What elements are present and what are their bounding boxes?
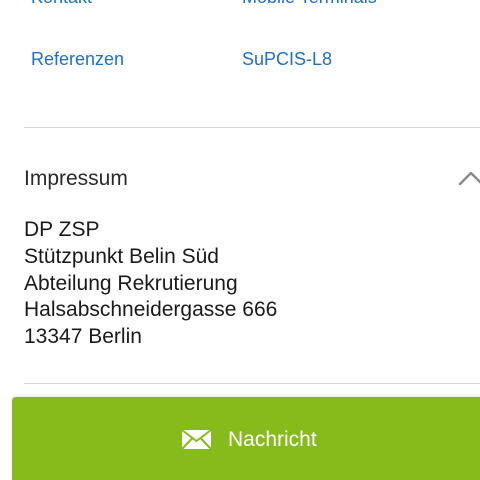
link-supcis-l8[interactable]: SuPCIS-L8 — [242, 48, 332, 70]
address-line: Abteilung Rekrutierung — [24, 271, 238, 295]
impressum-title: Impressum — [24, 167, 128, 190]
chevron-up-icon[interactable] — [458, 170, 480, 186]
nachricht-label: Nachricht — [228, 428, 317, 451]
page: Kontakt Mobile Terminals Referenzen SuPC… — [0, 0, 480, 480]
link-kontakt[interactable]: Kontakt — [31, 0, 92, 8]
link-referenzen[interactable]: Referenzen — [31, 48, 124, 70]
address-line: Halsabschneidergasse 666 — [24, 298, 278, 322]
divider-bottom — [24, 383, 480, 384]
mail-icon — [181, 429, 212, 450]
link-mobile-terminals[interactable]: Mobile Terminals — [242, 0, 377, 8]
nachricht-button[interactable]: Nachricht — [12, 397, 480, 480]
impressum-address: DP ZSP Stützpunkt Belin Süd Abteilung Re… — [24, 217, 277, 351]
divider-top — [24, 127, 480, 128]
address-line: 13347 Berlin — [24, 325, 142, 349]
address-line: DP ZSP — [24, 218, 100, 241]
address-line: Stützpunkt Belin Süd — [24, 244, 219, 268]
impressum-header[interactable]: Impressum — [0, 160, 480, 198]
